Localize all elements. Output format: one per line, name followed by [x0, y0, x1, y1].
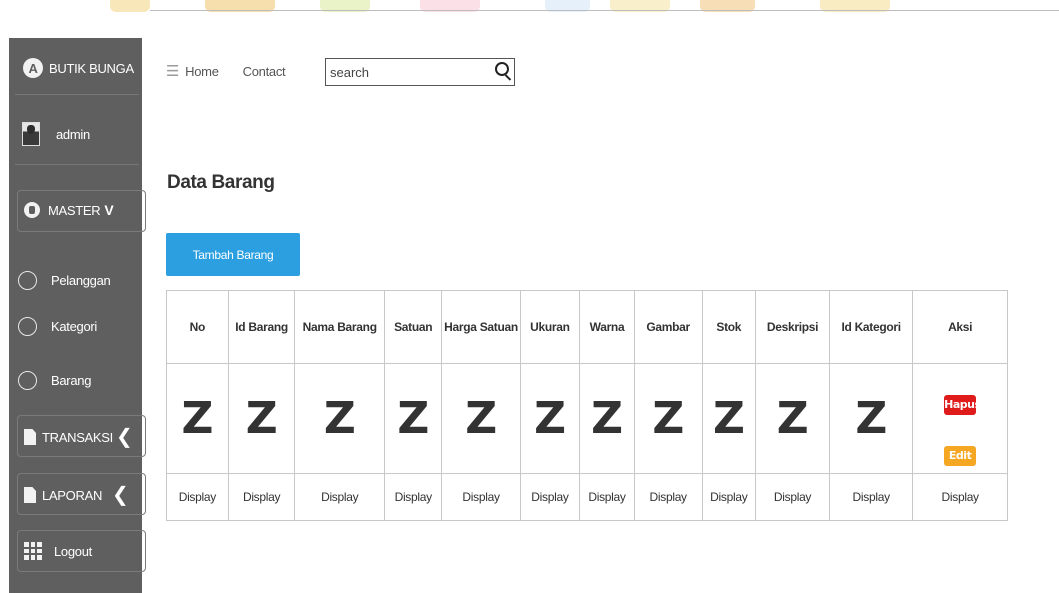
- column-header: Satuan: [383, 290, 443, 364]
- column-header: Id Kategori: [829, 290, 914, 364]
- table-cell: Display: [441, 473, 521, 521]
- table-cell: Z: [633, 363, 703, 474]
- items-table: No Id Barang Nama Barang Satuan Harga Sa…: [166, 290, 1008, 521]
- table-row: Z Z Z Z Z Z Z Z Z Z Z Hapus Edit: [166, 363, 1008, 474]
- grid-icon: [24, 542, 42, 560]
- nav-contact[interactable]: Contact: [243, 64, 286, 79]
- column-header: Ukuran: [519, 290, 581, 364]
- top-nav: ☰ Home Contact: [166, 62, 309, 80]
- table-cell: Display: [383, 473, 443, 521]
- document-icon: [24, 429, 36, 445]
- radio-icon: [18, 371, 37, 390]
- chevron-left-icon: ❮: [112, 484, 129, 506]
- column-header: Stok: [701, 290, 757, 364]
- table-cell: Display: [166, 473, 229, 521]
- search-input[interactable]: search: [325, 58, 515, 86]
- table-cell: Display: [633, 473, 703, 521]
- sidebar-item-label: Kategori: [51, 319, 98, 334]
- radio-icon: [18, 271, 37, 290]
- sidebar-item-pelanggan[interactable]: Pelanggan: [9, 271, 142, 290]
- sidebar-item-label: TRANSAKSI: [42, 429, 113, 445]
- column-header: Id Barang: [227, 290, 296, 364]
- column-header: No: [166, 290, 229, 364]
- user-profile[interactable]: admin: [9, 122, 142, 146]
- sidebar-item-transaksi[interactable]: TRANSAKSI ❮: [9, 427, 142, 447]
- delete-button[interactable]: Hapus: [944, 394, 981, 415]
- table-cell: Z: [166, 363, 229, 474]
- document-icon: [24, 487, 36, 503]
- table-header-row: No Id Barang Nama Barang Satuan Harga Sa…: [166, 290, 1008, 364]
- table-cell: Z: [441, 363, 521, 474]
- table-cell: Display: [829, 473, 914, 521]
- sidebar-item-master[interactable]: MASTER V: [9, 202, 142, 218]
- table-cell: Z: [579, 363, 635, 474]
- sidebar: A BUTIK BUNGA admin MASTER V Pelanggan K…: [9, 38, 146, 593]
- sidebar-item-barang[interactable]: Barang: [9, 371, 142, 390]
- brand[interactable]: A BUTIK BUNGA: [9, 58, 142, 78]
- edit-button[interactable]: Edit: [944, 445, 977, 466]
- radio-icon: [18, 317, 37, 336]
- column-header: Deskripsi: [755, 290, 831, 364]
- brand-name: BUTIK BUNGA: [49, 60, 134, 76]
- sidebar-item-label: MASTER: [48, 202, 101, 218]
- chevron-down-icon: V: [104, 202, 114, 218]
- table-row: Display Display Display Display Display …: [166, 473, 1008, 521]
- action-cell: Hapus Edit: [912, 363, 1008, 474]
- master-icon: [24, 202, 40, 218]
- table-cell: Display: [755, 473, 831, 521]
- table-cell: Display: [912, 473, 1008, 521]
- table-cell: Display: [227, 473, 296, 521]
- table-cell: Z: [294, 363, 385, 474]
- logo-icon: A: [23, 58, 43, 78]
- table-cell: Display: [519, 473, 581, 521]
- sidebar-item-label: Barang: [51, 373, 92, 388]
- table-cell: Z: [227, 363, 296, 474]
- nav-home[interactable]: Home: [185, 64, 219, 79]
- table-cell: Display: [701, 473, 757, 521]
- sidebar-item-logout[interactable]: Logout: [9, 542, 142, 560]
- column-header: Nama Barang: [294, 290, 385, 364]
- table-cell: Z: [383, 363, 443, 474]
- user-name: admin: [56, 126, 90, 142]
- avatar: [22, 122, 40, 146]
- search-input-value: search: [330, 64, 370, 80]
- table-cell: Z: [829, 363, 914, 474]
- column-header: Aksi: [912, 290, 1008, 364]
- add-item-button[interactable]: Tambah Barang: [166, 233, 300, 276]
- sidebar-divider: [15, 94, 139, 95]
- sidebar-item-label: Pelanggan: [51, 273, 111, 288]
- column-header: Harga Satuan: [441, 290, 521, 364]
- column-header: Warna: [579, 290, 635, 364]
- sidebar-item-kategori[interactable]: Kategori: [9, 317, 142, 336]
- sidebar-item-label: Logout: [54, 543, 92, 559]
- hamburger-icon[interactable]: ☰: [166, 62, 179, 80]
- sidebar-item-label: LAPORAN: [42, 487, 103, 503]
- table-cell: Display: [579, 473, 635, 521]
- header-divider: [150, 10, 1059, 11]
- table-cell: Z: [701, 363, 757, 474]
- page-title: Data Barang: [167, 172, 275, 193]
- column-header: Gambar: [633, 290, 703, 364]
- sidebar-item-laporan[interactable]: LAPORAN ❮: [9, 485, 142, 505]
- table-cell: Z: [519, 363, 581, 474]
- table-cell: Z: [755, 363, 831, 474]
- search-icon[interactable]: [495, 62, 509, 76]
- sidebar-divider: [15, 164, 139, 165]
- chevron-left-icon: ❮: [115, 426, 133, 448]
- table-cell: Display: [294, 473, 385, 521]
